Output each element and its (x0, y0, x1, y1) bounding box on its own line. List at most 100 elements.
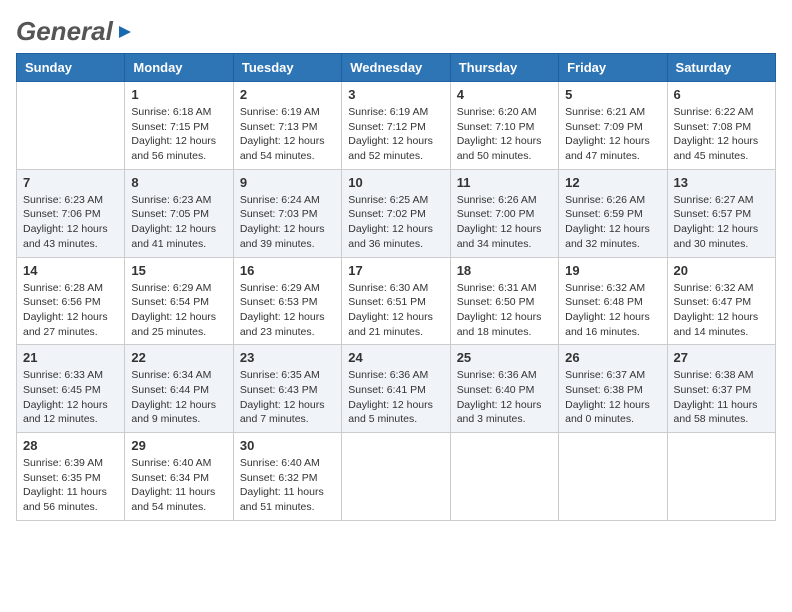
day-info: Sunrise: 6:39 AM Sunset: 6:35 PM Dayligh… (23, 456, 118, 515)
day-number: 17 (348, 263, 443, 278)
day-info: Sunrise: 6:23 AM Sunset: 7:06 PM Dayligh… (23, 193, 118, 252)
day-number: 2 (240, 87, 335, 102)
calendar-table: Sunday Monday Tuesday Wednesday Thursday… (16, 53, 776, 521)
col-friday: Friday (559, 54, 667, 82)
day-info: Sunrise: 6:29 AM Sunset: 6:54 PM Dayligh… (131, 281, 226, 340)
table-row: 25 Sunrise: 6:36 AM Sunset: 6:40 PM Dayli… (450, 345, 558, 433)
day-number: 5 (565, 87, 660, 102)
day-number: 20 (674, 263, 769, 278)
table-row (17, 82, 125, 170)
day-info: Sunrise: 6:26 AM Sunset: 6:59 PM Dayligh… (565, 193, 660, 252)
day-number: 4 (457, 87, 552, 102)
day-number: 16 (240, 263, 335, 278)
logo-general-text: General (16, 16, 113, 47)
day-info: Sunrise: 6:28 AM Sunset: 6:56 PM Dayligh… (23, 281, 118, 340)
table-row: 30 Sunrise: 6:40 AM Sunset: 6:32 PM Dayli… (233, 433, 341, 521)
day-info: Sunrise: 6:26 AM Sunset: 7:00 PM Dayligh… (457, 193, 552, 252)
day-number: 15 (131, 263, 226, 278)
calendar-week-row: 14 Sunrise: 6:28 AM Sunset: 6:56 PM Dayli… (17, 257, 776, 345)
page-header: General (16, 16, 776, 43)
day-info: Sunrise: 6:38 AM Sunset: 6:37 PM Dayligh… (674, 368, 769, 427)
table-row: 19Sunrise: 6:32 AM Sunset: 6:48 PM Dayli… (559, 257, 667, 345)
day-number: 8 (131, 175, 226, 190)
day-info: Sunrise: 6:20 AM Sunset: 7:10 PM Dayligh… (457, 105, 552, 164)
table-row (342, 433, 450, 521)
day-number: 9 (240, 175, 335, 190)
day-info: Sunrise: 6:32 AM Sunset: 6:48 PM Dayligh… (565, 281, 660, 340)
day-info: Sunrise: 6:18 AM Sunset: 7:15 PM Dayligh… (131, 105, 226, 164)
day-number: 3 (348, 87, 443, 102)
calendar-header-row: Sunday Monday Tuesday Wednesday Thursday… (17, 54, 776, 82)
table-row (559, 433, 667, 521)
day-info: Sunrise: 6:30 AM Sunset: 6:51 PM Dayligh… (348, 281, 443, 340)
day-number: 18 (457, 263, 552, 278)
day-number: 13 (674, 175, 769, 190)
day-number: 22 (131, 350, 226, 365)
table-row: 20 Sunrise: 6:32 AM Sunset: 6:47 PM Dayli… (667, 257, 775, 345)
table-row (450, 433, 558, 521)
calendar-week-row: 21Sunrise: 6:33 AM Sunset: 6:45 PM Dayli… (17, 345, 776, 433)
day-number: 1 (131, 87, 226, 102)
table-row: 26 Sunrise: 6:37 AM Sunset: 6:38 PM Dayli… (559, 345, 667, 433)
day-number: 12 (565, 175, 660, 190)
day-info: Sunrise: 6:35 AM Sunset: 6:43 PM Dayligh… (240, 368, 335, 427)
day-info: Sunrise: 6:23 AM Sunset: 7:05 PM Dayligh… (131, 193, 226, 252)
day-info: Sunrise: 6:40 AM Sunset: 6:32 PM Dayligh… (240, 456, 335, 515)
day-number: 10 (348, 175, 443, 190)
day-number: 29 (131, 438, 226, 453)
table-row: 16 Sunrise: 6:29 AM Sunset: 6:53 PM Dayli… (233, 257, 341, 345)
day-info: Sunrise: 6:33 AM Sunset: 6:45 PM Dayligh… (23, 368, 118, 427)
day-number: 26 (565, 350, 660, 365)
table-row: 8 Sunrise: 6:23 AM Sunset: 7:05 PM Daylig… (125, 169, 233, 257)
table-row: 10 Sunrise: 6:25 AM Sunset: 7:02 PM Dayli… (342, 169, 450, 257)
day-info: Sunrise: 6:19 AM Sunset: 7:12 PM Dayligh… (348, 105, 443, 164)
table-row: 13 Sunrise: 6:27 AM Sunset: 6:57 PM Dayli… (667, 169, 775, 257)
table-row: 18 Sunrise: 6:31 AM Sunset: 6:50 PM Dayli… (450, 257, 558, 345)
col-monday: Monday (125, 54, 233, 82)
day-info: Sunrise: 6:37 AM Sunset: 6:38 PM Dayligh… (565, 368, 660, 427)
day-number: 14 (23, 263, 118, 278)
table-row: 5Sunrise: 6:21 AM Sunset: 7:09 PM Daylig… (559, 82, 667, 170)
table-row: 21Sunrise: 6:33 AM Sunset: 6:45 PM Dayli… (17, 345, 125, 433)
calendar-week-row: 1 Sunrise: 6:18 AM Sunset: 7:15 PM Daylig… (17, 82, 776, 170)
calendar-week-row: 28 Sunrise: 6:39 AM Sunset: 6:35 PM Dayli… (17, 433, 776, 521)
table-row: 28 Sunrise: 6:39 AM Sunset: 6:35 PM Dayli… (17, 433, 125, 521)
day-number: 25 (457, 350, 552, 365)
day-number: 11 (457, 175, 552, 190)
col-sunday: Sunday (17, 54, 125, 82)
day-info: Sunrise: 6:36 AM Sunset: 6:41 PM Dayligh… (348, 368, 443, 427)
table-row: 23 Sunrise: 6:35 AM Sunset: 6:43 PM Dayli… (233, 345, 341, 433)
day-info: Sunrise: 6:40 AM Sunset: 6:34 PM Dayligh… (131, 456, 226, 515)
table-row: 9 Sunrise: 6:24 AM Sunset: 7:03 PM Daylig… (233, 169, 341, 257)
table-row (667, 433, 775, 521)
day-number: 7 (23, 175, 118, 190)
day-info: Sunrise: 6:29 AM Sunset: 6:53 PM Dayligh… (240, 281, 335, 340)
day-info: Sunrise: 6:19 AM Sunset: 7:13 PM Dayligh… (240, 105, 335, 164)
logo: General (16, 16, 133, 43)
day-info: Sunrise: 6:31 AM Sunset: 6:50 PM Dayligh… (457, 281, 552, 340)
day-info: Sunrise: 6:32 AM Sunset: 6:47 PM Dayligh… (674, 281, 769, 340)
col-saturday: Saturday (667, 54, 775, 82)
table-row: 22Sunrise: 6:34 AM Sunset: 6:44 PM Dayli… (125, 345, 233, 433)
table-row: 7 Sunrise: 6:23 AM Sunset: 7:06 PM Daylig… (17, 169, 125, 257)
day-info: Sunrise: 6:27 AM Sunset: 6:57 PM Dayligh… (674, 193, 769, 252)
day-info: Sunrise: 6:25 AM Sunset: 7:02 PM Dayligh… (348, 193, 443, 252)
calendar-week-row: 7 Sunrise: 6:23 AM Sunset: 7:06 PM Daylig… (17, 169, 776, 257)
table-row: 15 Sunrise: 6:29 AM Sunset: 6:54 PM Dayli… (125, 257, 233, 345)
table-row: 17 Sunrise: 6:30 AM Sunset: 6:51 PM Dayli… (342, 257, 450, 345)
day-number: 30 (240, 438, 335, 453)
day-number: 27 (674, 350, 769, 365)
day-info: Sunrise: 6:24 AM Sunset: 7:03 PM Dayligh… (240, 193, 335, 252)
table-row: 14 Sunrise: 6:28 AM Sunset: 6:56 PM Dayli… (17, 257, 125, 345)
table-row: 11 Sunrise: 6:26 AM Sunset: 7:00 PM Dayli… (450, 169, 558, 257)
day-number: 6 (674, 87, 769, 102)
day-number: 23 (240, 350, 335, 365)
table-row: 6Sunrise: 6:22 AM Sunset: 7:08 PM Daylig… (667, 82, 775, 170)
table-row: 1 Sunrise: 6:18 AM Sunset: 7:15 PM Daylig… (125, 82, 233, 170)
table-row: 12 Sunrise: 6:26 AM Sunset: 6:59 PM Dayli… (559, 169, 667, 257)
day-number: 28 (23, 438, 118, 453)
table-row: 24Sunrise: 6:36 AM Sunset: 6:41 PM Dayli… (342, 345, 450, 433)
day-info: Sunrise: 6:36 AM Sunset: 6:40 PM Dayligh… (457, 368, 552, 427)
col-wednesday: Wednesday (342, 54, 450, 82)
table-row: 2 Sunrise: 6:19 AM Sunset: 7:13 PM Daylig… (233, 82, 341, 170)
